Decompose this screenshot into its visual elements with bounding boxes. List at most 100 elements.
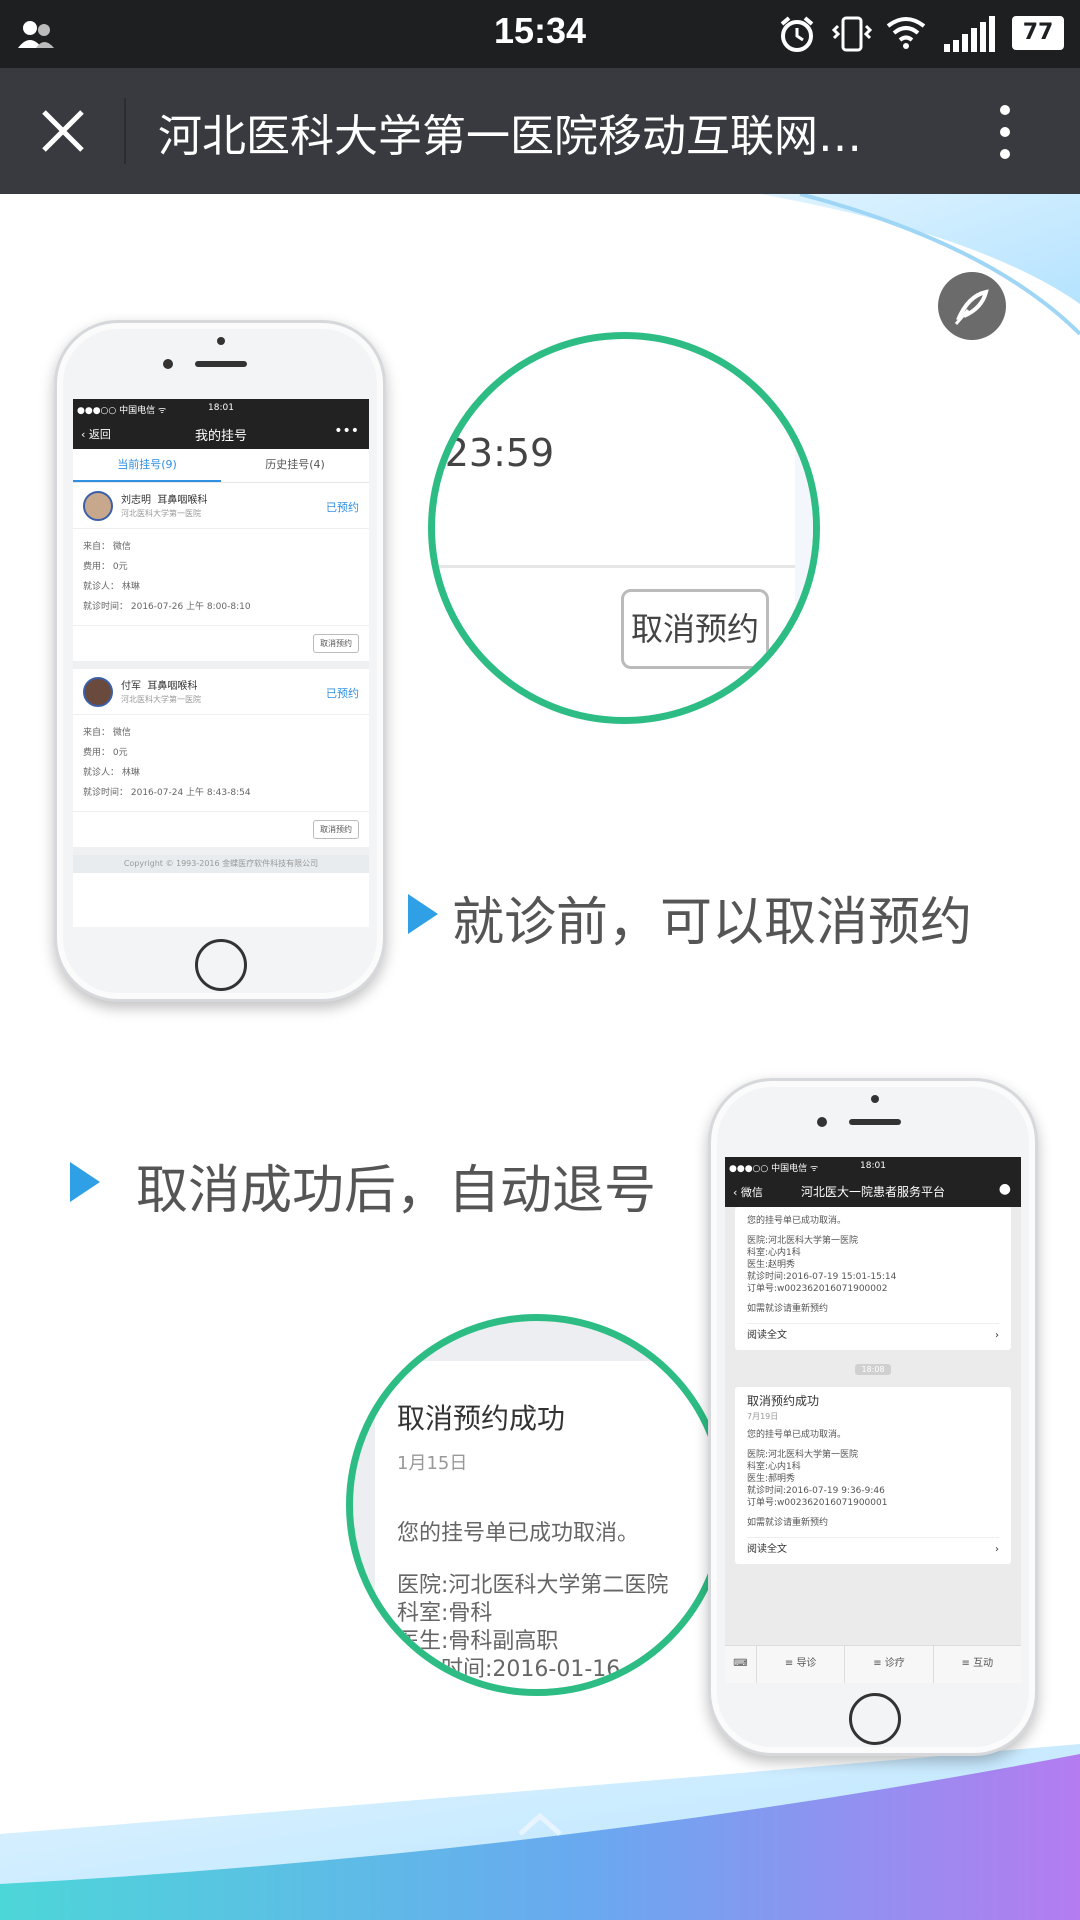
battery-level: 77 xyxy=(1022,20,1054,45)
msg-note: 如需就诊请重新预约 xyxy=(747,1304,829,1314)
chevron-right-icon: › xyxy=(995,1330,999,1341)
more-dots[interactable]: ••• xyxy=(334,423,359,439)
menu-item[interactable]: ≡ 诊疗 xyxy=(845,1646,934,1683)
battery-icon: 77 xyxy=(1012,16,1064,50)
zoom-time-text: -23:59 xyxy=(431,431,555,475)
article-content: ●●●○○ 中国电信 ᯤ 18:01 ‹ 返回 我的挂号 ••• 当前挂号(9)… xyxy=(0,194,1080,1920)
phone-speaker xyxy=(849,1119,901,1125)
read-more-link[interactable]: 阅读全文 › xyxy=(747,1537,999,1556)
card-header: 付军 耳鼻咽喉科 河北医科大学第一医院 已预约 xyxy=(73,669,369,715)
msg-time: 就诊时间:2016-07-19 9:36-9:46 xyxy=(747,1486,885,1496)
zoom-date: 1月15日 xyxy=(397,1453,468,1474)
zoom-cancel-button: 取消预约 xyxy=(621,589,769,669)
cancel-button[interactable]: 取消预约 xyxy=(313,820,359,839)
more-icon[interactable] xyxy=(990,100,1020,164)
status-bar: 15:34 77 xyxy=(0,0,1080,68)
hospital-name: 河北医科大学第一医院 xyxy=(121,509,201,518)
zoom-title: 取消预约成功 xyxy=(397,1402,566,1435)
caption-arrow-icon xyxy=(408,894,438,934)
menu-item[interactable]: ≡ 互动 xyxy=(934,1646,1021,1683)
status-badge: 已预约 xyxy=(326,687,359,700)
read-more-link[interactable]: 阅读全文 › xyxy=(747,1323,999,1342)
tab-history[interactable]: 历史挂号(4) xyxy=(221,449,369,482)
msg-date: 7月19日 xyxy=(747,1412,779,1421)
menu-item[interactable]: ≡ 导诊 xyxy=(757,1646,846,1683)
phone-camera xyxy=(163,359,173,369)
page-title: 河北医科大学第一医院移动互联网… xyxy=(158,111,862,162)
wifi-icon xyxy=(886,17,926,49)
msg-dept: 科室:心内1科 xyxy=(747,1248,801,1258)
phone-camera xyxy=(817,1117,827,1127)
doctor-name: 付军 耳鼻咽喉科 xyxy=(121,681,198,692)
zoom-card: 取消预约成功 1月15日 您的挂号单已成功取消。 医院:河北医科大学第二医院 科… xyxy=(375,1361,715,1689)
source-row: 来自： 微信 xyxy=(83,728,131,738)
signal-icon xyxy=(944,16,995,52)
phone-sensor xyxy=(217,337,225,345)
msg-doctor: 医生:郝明秀 xyxy=(747,1474,796,1484)
status-badge: 已预约 xyxy=(326,501,359,514)
phone-nav-title: 我的挂号 xyxy=(194,429,247,444)
phone-screen: ●●●○○ 中国电信 ᯤ 18:01 ‹ 返回 我的挂号 ••• 当前挂号(9)… xyxy=(73,399,369,927)
chevron-right-icon: › xyxy=(995,1544,999,1555)
caption-1: 就诊前，可以取消预约 xyxy=(452,893,973,953)
zoom-message: 您的挂号单已成功取消。 xyxy=(397,1521,640,1546)
phone-mockup-1: ●●●○○ 中国电信 ᯤ 18:01 ‹ 返回 我的挂号 ••• 当前挂号(9)… xyxy=(54,320,386,1002)
divider xyxy=(124,98,126,164)
profile-icon[interactable]: ● xyxy=(999,1181,1011,1197)
fee-row: 费用： 0元 xyxy=(83,562,128,572)
cancel-button[interactable]: 取消预约 xyxy=(313,634,359,653)
fee-row: 费用： 0元 xyxy=(83,748,128,758)
float-button[interactable] xyxy=(938,272,1006,340)
zoom-time: 就诊时间:2016-01-16 xyxy=(397,1657,621,1682)
phone-nav-title: 河北医大一院患者服务平台 xyxy=(800,1185,945,1199)
patient-row: 就诊人： 林琳 xyxy=(83,582,140,592)
card-header: 刘志明 耳鼻咽喉科 河北医科大学第一医院 已预约 xyxy=(73,483,369,529)
zoom-circle-2: 取消预约成功 1月15日 您的挂号单已成功取消。 医院:河北医科大学第二医院 科… xyxy=(346,1314,728,1696)
msg-doctor: 医生:赵明秀 xyxy=(747,1260,796,1270)
home-button xyxy=(849,1693,901,1745)
alarm-icon xyxy=(780,16,814,52)
home-button xyxy=(195,939,247,991)
msg-hospital: 医院:河北医科大学第一医院 xyxy=(747,1450,859,1460)
keyboard-icon[interactable]: ⌨ xyxy=(725,1646,757,1683)
time-row: 就诊时间： 2016-07-26 上午 8:00-8:10 xyxy=(83,602,251,612)
hospital-name: 河北医科大学第一医院 xyxy=(121,695,201,704)
zoom-divider xyxy=(435,565,813,568)
message-card: 取消预约成功 7月19日 您的挂号单已成功取消。 医院:河北医科大学第一医院 科… xyxy=(735,1387,1011,1564)
msg-line: 您的挂号单已成功取消。 xyxy=(747,1430,847,1440)
registration-card: 付军 耳鼻咽喉科 河北医科大学第一医院 已预约 来自： 微信 费用： 0元 就诊… xyxy=(73,669,369,855)
phone-nav-bar: ‹ 返回 我的挂号 ••• xyxy=(73,419,369,449)
feather-icon xyxy=(954,289,989,325)
msg-note: 如需就诊请重新预约 xyxy=(747,1518,829,1528)
registration-tabs: 当前挂号(9) 历史挂号(4) xyxy=(73,449,369,483)
phone-sensor xyxy=(871,1095,879,1103)
tab-current[interactable]: 当前挂号(9) xyxy=(73,449,221,482)
phone-speaker xyxy=(195,361,247,367)
msg-line: 您的挂号单已成功取消。 xyxy=(747,1216,847,1226)
top-bar: 河北医科大学第一医院移动互联网… xyxy=(0,68,1080,194)
msg-dept: 科室:心内1科 xyxy=(747,1462,801,1472)
caption-2: 取消成功后，自动退号 xyxy=(136,1161,657,1221)
phone-status-bar: ●●●○○ 中国电信 ᯤ 18:01 xyxy=(73,399,369,419)
time-divider: 18:08 xyxy=(725,1362,1021,1375)
close-icon[interactable] xyxy=(30,98,96,164)
msg-order: 订单号:w002362016071900002 xyxy=(747,1284,888,1294)
msg-hospital: 医院:河北医科大学第一医院 xyxy=(747,1236,859,1246)
phone-clock: 18:01 xyxy=(860,1161,886,1171)
doctor-avatar xyxy=(83,491,113,521)
msg-order: 订单号:w002362016071900001 xyxy=(747,1498,888,1508)
phone-screen: ●●●○○ 中国电信 ᯤ 18:01 ‹ 微信 河北医大一院患者服务平台 ● 您… xyxy=(725,1157,1021,1683)
phone-bottom-menu: ⌨ ≡ 导诊 ≡ 诊疗 ≡ 互动 xyxy=(725,1645,1021,1683)
phone-nav-bar: ‹ 微信 河北医大一院患者服务平台 ● xyxy=(725,1177,1021,1207)
source-row: 来自： 微信 xyxy=(83,542,131,552)
doctor-name: 刘志明 耳鼻咽喉科 xyxy=(121,495,208,506)
doctor-avatar xyxy=(83,677,113,707)
registration-card: 刘志明 耳鼻咽喉科 河北医科大学第一医院 已预约 来自： 微信 费用： 0元 就… xyxy=(73,483,369,669)
phone-mockup-2: ●●●○○ 中国电信 ᯤ 18:01 ‹ 微信 河北医大一院患者服务平台 ● 您… xyxy=(708,1078,1038,1756)
msg-time: 就诊时间:2016-07-19 15:01-15:14 xyxy=(747,1272,897,1282)
time-row: 就诊时间： 2016-07-24 上午 8:43-8:54 xyxy=(83,788,251,798)
caption-arrow-icon xyxy=(70,1162,100,1202)
vibrate-icon xyxy=(831,16,873,52)
phone-status-bar: ●●●○○ 中国电信 ᯤ 18:01 xyxy=(725,1157,1021,1177)
msg-title: 取消预约成功 xyxy=(747,1394,820,1408)
